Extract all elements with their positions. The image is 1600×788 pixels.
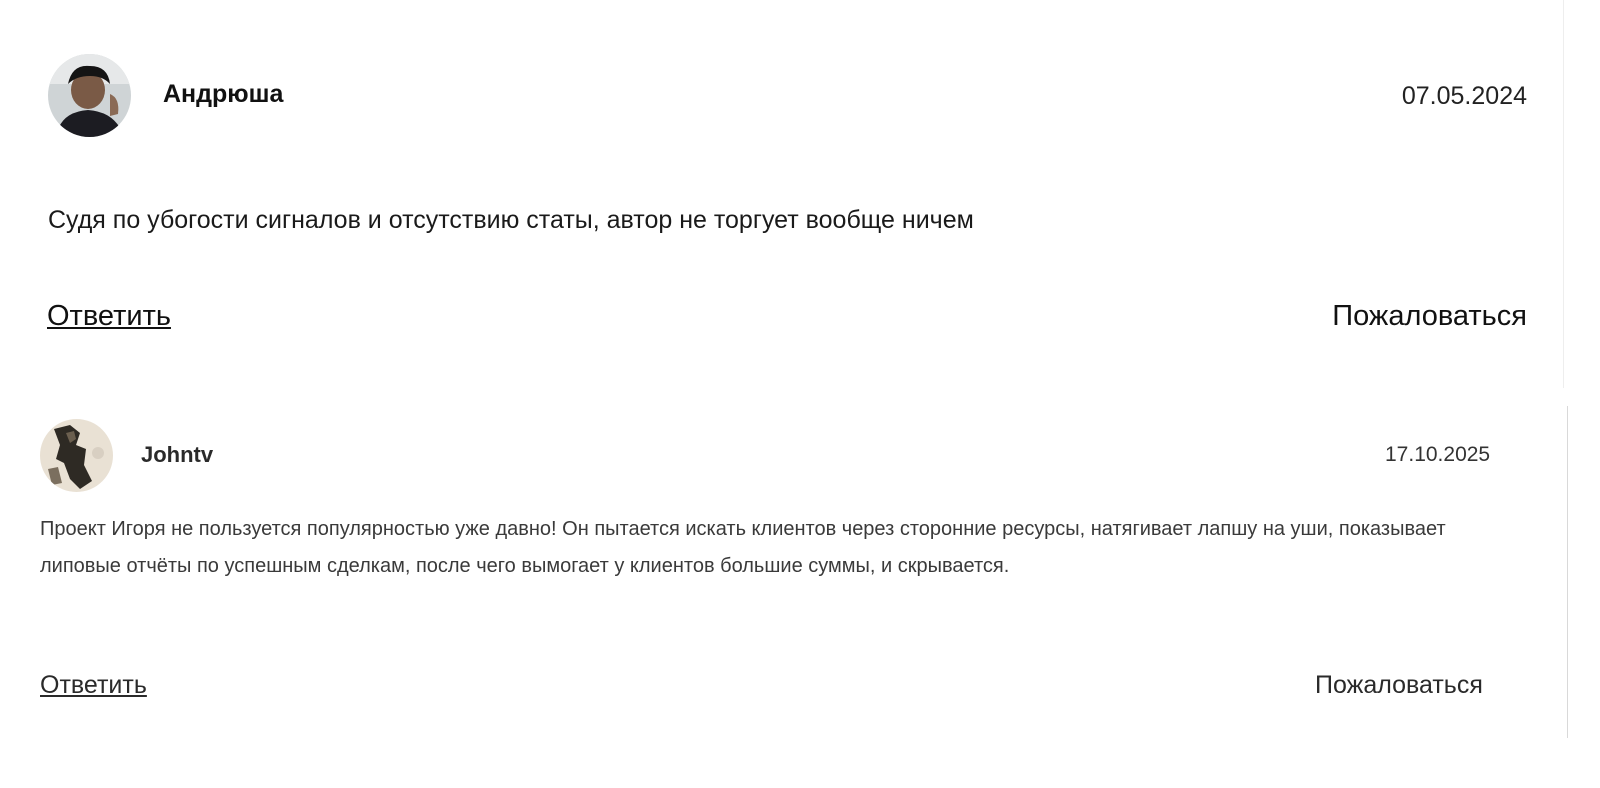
comment-text: Судя по убогости сигналов и отсутствию с… xyxy=(48,206,974,234)
avatar-photo xyxy=(40,419,113,492)
reply-link[interactable]: Ответить xyxy=(40,671,147,700)
comment-date: 17.10.2025 xyxy=(1385,443,1491,466)
comment-divider xyxy=(1567,406,1568,738)
comment-author: Андрюша xyxy=(163,80,284,108)
comment-text: Проект Игоря не пользуется популярностью… xyxy=(40,518,1446,577)
user-avatar-icon[interactable] xyxy=(40,419,113,492)
comment-card: Андрюша 07.05.2024 Судя по убогости сигн… xyxy=(0,0,1564,388)
avatar-photo xyxy=(48,54,131,137)
report-link[interactable]: Пожаловаться xyxy=(1315,671,1483,700)
comment-author: Johntv xyxy=(141,442,214,467)
user-avatar-icon[interactable] xyxy=(48,54,131,137)
report-link[interactable]: Пожаловаться xyxy=(1332,300,1527,333)
comment-date: 07.05.2024 xyxy=(1401,82,1527,110)
reply-link[interactable]: Ответить xyxy=(47,300,171,333)
